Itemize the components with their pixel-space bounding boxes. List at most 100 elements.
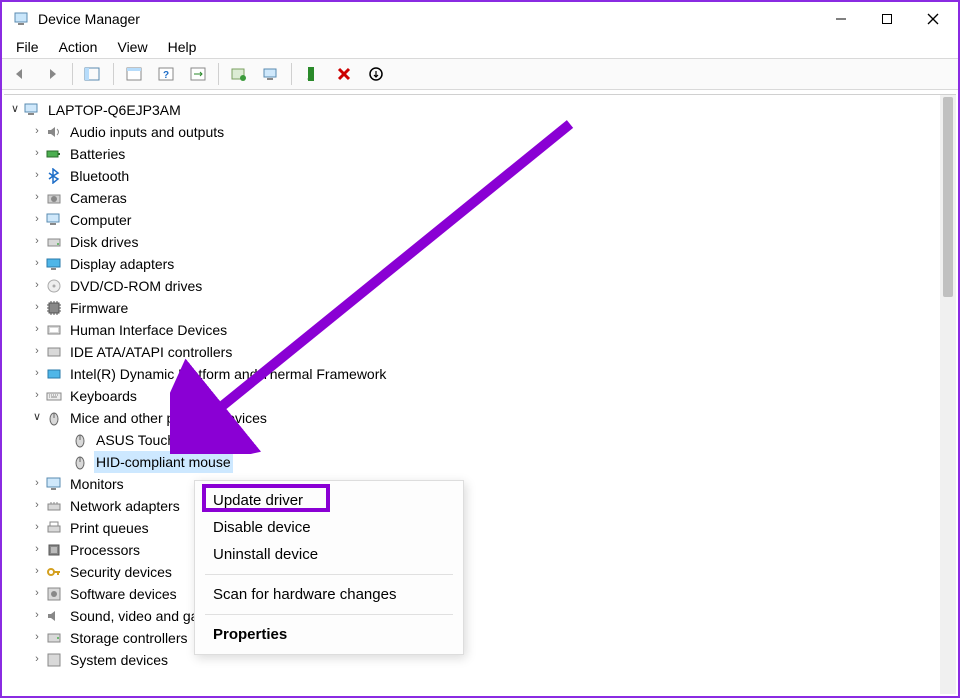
- category-monitors[interactable]: ›Monitors: [8, 473, 940, 495]
- category-batteries[interactable]: ›Batteries: [8, 143, 940, 165]
- category-storage[interactable]: ›Storage controllers: [8, 627, 940, 649]
- context-disable-device[interactable]: Disable device: [195, 514, 463, 541]
- properties-button[interactable]: [120, 62, 148, 86]
- monitor-icon: [44, 475, 64, 493]
- key-icon: [44, 563, 64, 581]
- device-hid-mouse[interactable]: HID-compliant mouse: [8, 451, 940, 473]
- menu-file[interactable]: File: [6, 38, 49, 56]
- chevron-right-icon[interactable]: ›: [30, 648, 44, 670]
- context-update-driver[interactable]: Update driver: [195, 487, 463, 514]
- category-keyboards[interactable]: ›Keyboards: [8, 385, 940, 407]
- device-tree[interactable]: ∨ LAPTOP-Q6EJP3AM ›Audio inputs and outp…: [4, 95, 940, 694]
- action-button[interactable]: [184, 62, 212, 86]
- printer-icon: [44, 519, 64, 537]
- storage-icon: [44, 629, 64, 647]
- minimize-button[interactable]: [818, 3, 864, 35]
- category-dvd[interactable]: ›DVD/CD-ROM drives: [8, 275, 940, 297]
- device-asus-touchpad[interactable]: ASUS Touchpad: [8, 429, 940, 451]
- chevron-right-icon[interactable]: ›: [30, 604, 44, 626]
- vertical-scrollbar[interactable]: [940, 95, 956, 694]
- category-security[interactable]: ›Security devices: [8, 561, 940, 583]
- context-properties[interactable]: Properties: [195, 621, 463, 648]
- chevron-right-icon[interactable]: ›: [30, 252, 44, 274]
- chevron-right-icon[interactable]: ›: [30, 560, 44, 582]
- context-separator: [205, 574, 453, 575]
- chevron-right-icon[interactable]: ›: [30, 340, 44, 362]
- category-sound[interactable]: ›Sound, video and game controllers: [8, 605, 940, 627]
- context-menu: Update driver Disable device Uninstall d…: [194, 480, 464, 655]
- category-mice[interactable]: ∨Mice and other pointing devices: [8, 407, 940, 429]
- chevron-right-icon[interactable]: ›: [30, 230, 44, 252]
- forward-button[interactable]: [38, 62, 66, 86]
- category-cameras[interactable]: ›Cameras: [8, 187, 940, 209]
- hid-icon: [44, 321, 64, 339]
- menu-help[interactable]: Help: [158, 38, 207, 56]
- category-display[interactable]: ›Display adapters: [8, 253, 940, 275]
- close-button[interactable]: [910, 3, 956, 35]
- enable-button[interactable]: [298, 62, 326, 86]
- tree-root-label: LAPTOP-Q6EJP3AM: [46, 99, 183, 121]
- chevron-right-icon[interactable]: ›: [30, 296, 44, 318]
- toolbar-separator: [113, 63, 114, 85]
- menu-bar: File Action View Help: [2, 36, 958, 58]
- system-icon: [44, 651, 64, 669]
- display-icon: [44, 255, 64, 273]
- category-hid[interactable]: ›Human Interface Devices: [8, 319, 940, 341]
- chevron-right-icon[interactable]: ›: [30, 186, 44, 208]
- chevron-right-icon[interactable]: ›: [30, 538, 44, 560]
- context-scan-hardware[interactable]: Scan for hardware changes: [195, 581, 463, 608]
- chevron-right-icon[interactable]: ›: [30, 494, 44, 516]
- scan-button[interactable]: [257, 62, 285, 86]
- chevron-down-icon[interactable]: ∨: [30, 406, 44, 428]
- category-firmware[interactable]: ›Firmware: [8, 297, 940, 319]
- tree-root[interactable]: ∨ LAPTOP-Q6EJP3AM: [8, 99, 940, 121]
- chevron-right-icon[interactable]: ›: [30, 516, 44, 538]
- window-title: Device Manager: [38, 11, 140, 27]
- chevron-right-icon[interactable]: ›: [30, 384, 44, 406]
- app-icon: [12, 10, 30, 28]
- show-hide-console-button[interactable]: [79, 62, 107, 86]
- category-disk[interactable]: ›Disk drives: [8, 231, 940, 253]
- chevron-right-icon[interactable]: ›: [30, 362, 44, 384]
- computer-icon: [44, 211, 64, 229]
- ide-icon: [44, 343, 64, 361]
- software-icon: [44, 585, 64, 603]
- back-button[interactable]: [6, 62, 34, 86]
- category-network[interactable]: ›Network adapters: [8, 495, 940, 517]
- chevron-right-icon[interactable]: ›: [30, 582, 44, 604]
- chevron-right-icon[interactable]: ›: [30, 208, 44, 230]
- title-bar: Device Manager: [2, 2, 958, 36]
- chevron-right-icon[interactable]: ›: [30, 164, 44, 186]
- category-print[interactable]: ›Print queues: [8, 517, 940, 539]
- category-software[interactable]: ›Software devices: [8, 583, 940, 605]
- chevron-right-icon[interactable]: ›: [30, 142, 44, 164]
- category-intel[interactable]: ›Intel(R) Dynamic Platform and Thermal F…: [8, 363, 940, 385]
- help-button[interactable]: ?: [152, 62, 180, 86]
- chevron-right-icon[interactable]: ›: [30, 120, 44, 142]
- bluetooth-icon: [44, 167, 64, 185]
- uninstall-button[interactable]: [330, 62, 358, 86]
- cpu-icon: [44, 541, 64, 559]
- disable-button[interactable]: [362, 62, 390, 86]
- context-uninstall-device[interactable]: Uninstall device: [195, 541, 463, 568]
- maximize-button[interactable]: [864, 3, 910, 35]
- category-bluetooth[interactable]: ›Bluetooth: [8, 165, 940, 187]
- chevron-right-icon[interactable]: ›: [30, 274, 44, 296]
- chevron-right-icon[interactable]: ›: [30, 472, 44, 494]
- category-computer[interactable]: ›Computer: [8, 209, 940, 231]
- chevron-right-icon[interactable]: ›: [30, 626, 44, 648]
- camera-icon: [44, 189, 64, 207]
- chevron-down-icon[interactable]: ∨: [8, 98, 22, 120]
- category-ide[interactable]: ›IDE ATA/ATAPI controllers: [8, 341, 940, 363]
- category-processors[interactable]: ›Processors: [8, 539, 940, 561]
- category-system[interactable]: ›System devices: [8, 649, 940, 671]
- menu-view[interactable]: View: [107, 38, 157, 56]
- keyboard-icon: [44, 387, 64, 405]
- menu-action[interactable]: Action: [49, 38, 108, 56]
- category-audio[interactable]: ›Audio inputs and outputs: [8, 121, 940, 143]
- update-driver-button[interactable]: [225, 62, 253, 86]
- mouse-icon: [44, 409, 64, 427]
- context-separator: [205, 614, 453, 615]
- chevron-right-icon[interactable]: ›: [30, 318, 44, 340]
- toolbar: ?: [2, 58, 958, 90]
